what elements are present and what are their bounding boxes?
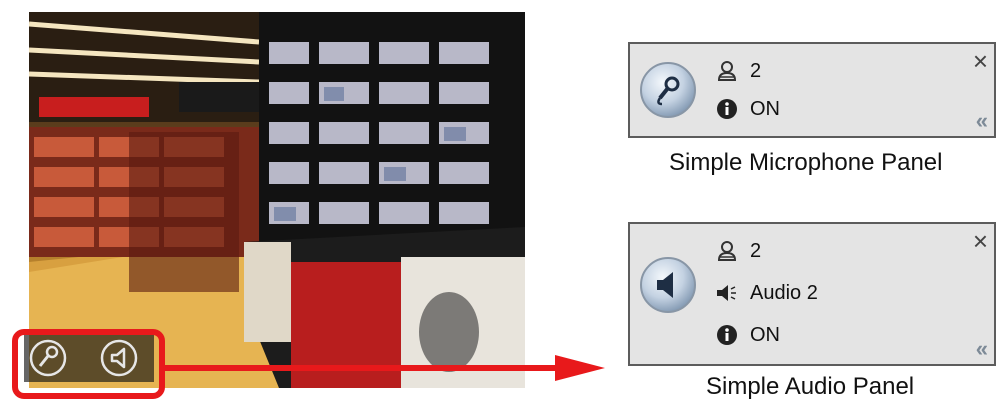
status-row: ON bbox=[714, 322, 780, 348]
audio-panel-caption: Simple Audio Panel bbox=[706, 373, 915, 400]
user-count-row: 2 bbox=[714, 58, 761, 84]
highlight-arrow bbox=[165, 355, 605, 381]
microphone-icon bbox=[657, 76, 680, 106]
collapse-icon[interactable]: « bbox=[976, 338, 988, 360]
audio-source-value: Audio 2 bbox=[750, 281, 818, 304]
simple-microphone-panel: 2 ON × « bbox=[628, 42, 996, 138]
microphone-orb-button[interactable] bbox=[640, 62, 696, 118]
user-count: 2 bbox=[750, 59, 762, 82]
collapse-icon[interactable]: « bbox=[976, 110, 988, 132]
status-value: ON bbox=[750, 97, 780, 120]
audio-source-row: Audio 2 bbox=[714, 280, 818, 306]
close-icon[interactable]: × bbox=[973, 228, 988, 254]
speaker-orb-button[interactable] bbox=[640, 257, 696, 313]
user-count-row: 2 bbox=[714, 238, 761, 264]
status-row: ON bbox=[714, 96, 780, 122]
simple-audio-panel: 2 Audio 2 ON × « bbox=[628, 222, 996, 366]
status-value: ON bbox=[750, 323, 780, 346]
close-icon[interactable]: × bbox=[973, 48, 988, 74]
user-icon bbox=[714, 238, 740, 264]
microphone-panel-caption: Simple Microphone Panel bbox=[669, 149, 943, 176]
speaker-icon bbox=[657, 272, 673, 298]
speaker-small-icon bbox=[714, 280, 740, 306]
controls-highlight-box bbox=[12, 329, 165, 399]
info-icon bbox=[714, 96, 740, 122]
user-count: 2 bbox=[750, 239, 762, 262]
info-icon bbox=[714, 322, 740, 348]
user-icon bbox=[714, 58, 740, 84]
